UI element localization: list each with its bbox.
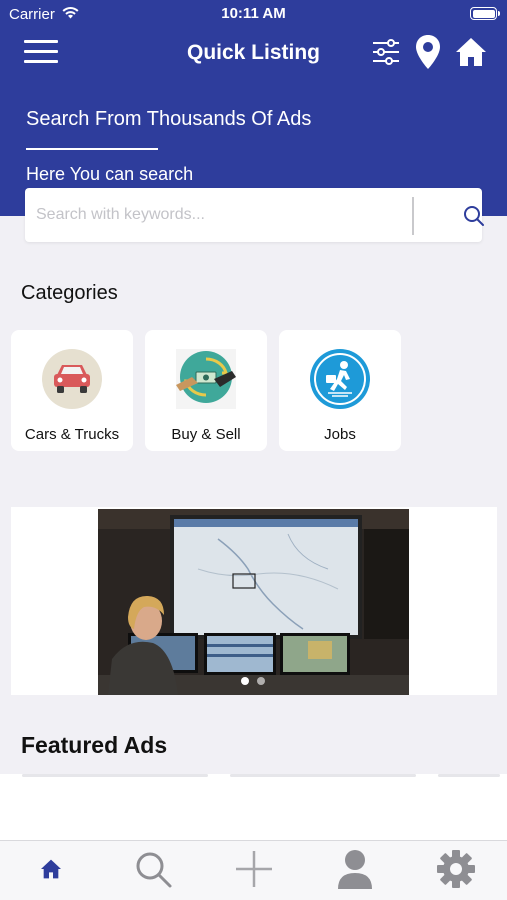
tab-bar — [0, 840, 507, 900]
hero-subtitle: Here You can search — [26, 164, 194, 184]
battery-icon — [470, 7, 500, 20]
navbar: Quick Listing — [0, 30, 507, 76]
tab-search[interactable] — [128, 849, 178, 893]
home-icon[interactable] — [455, 37, 487, 67]
category-label: Cars & Trucks — [24, 426, 120, 443]
carousel-dot-active[interactable] — [241, 677, 249, 685]
search-bar — [25, 188, 485, 242]
tab-add[interactable] — [229, 849, 279, 893]
gear-icon — [436, 849, 476, 894]
banner-carousel — [11, 507, 497, 695]
categories-title: Categories — [21, 282, 118, 304]
category-jobs[interactable]: Jobs — [279, 330, 401, 451]
search-divider — [412, 197, 414, 235]
location-pin-icon[interactable] — [415, 34, 441, 70]
carousel-dots — [241, 677, 265, 685]
car-icon — [42, 349, 102, 409]
header: Carrier 10:11 AM Quick Listing Search Fr… — [0, 0, 507, 216]
featured-ad-card[interactable] — [22, 774, 208, 777]
category-cars-trucks[interactable]: Cars & Trucks — [11, 330, 133, 451]
hero-title: Search From Thousands Of Ads — [26, 108, 312, 130]
category-label: Buy & Sell — [171, 426, 241, 443]
status-time: 10:11 AM — [221, 5, 286, 22]
category-buy-sell[interactable]: Buy & Sell — [145, 330, 267, 451]
user-icon — [337, 849, 373, 894]
banner-image[interactable] — [98, 509, 409, 695]
nav-actions — [371, 34, 487, 70]
search-input[interactable] — [25, 188, 410, 242]
status-bar: Carrier 10:11 AM — [0, 0, 507, 28]
filter-sliders-icon[interactable] — [371, 37, 401, 67]
categories-list: Cars & Trucks Buy & Sell Jobs — [11, 330, 401, 451]
plus-icon — [234, 849, 274, 894]
tab-home[interactable] — [26, 849, 76, 893]
search-icon[interactable] — [463, 205, 485, 232]
category-label: Jobs — [324, 426, 356, 443]
featured-ad-card[interactable] — [438, 774, 500, 777]
featured-title: Featured Ads — [21, 732, 168, 758]
tab-settings[interactable] — [431, 849, 481, 893]
carousel-dot[interactable] — [257, 677, 265, 685]
home-icon — [40, 859, 62, 884]
featured-ads-list — [0, 774, 507, 840]
hero-underline — [26, 148, 158, 150]
money-exchange-icon — [176, 349, 236, 409]
running-person-briefcase-icon — [310, 349, 370, 409]
tab-profile[interactable] — [330, 849, 380, 893]
search-icon — [133, 849, 173, 894]
featured-ad-card[interactable] — [230, 774, 416, 777]
